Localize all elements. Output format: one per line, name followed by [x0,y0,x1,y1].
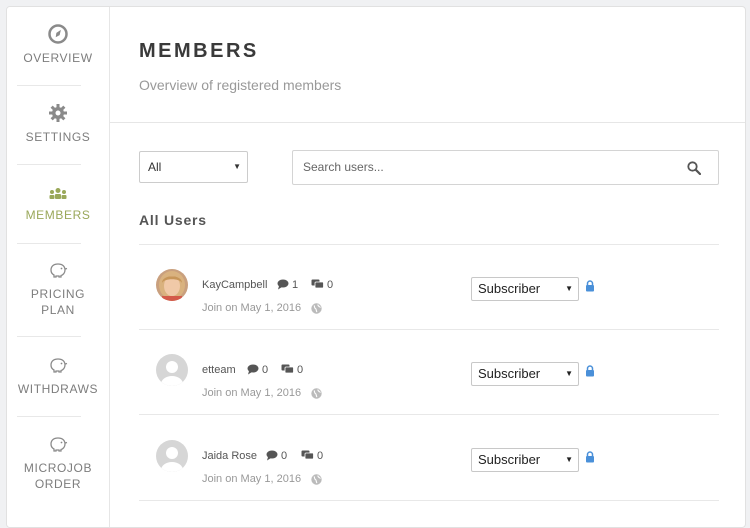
search-icon[interactable] [687,161,701,175]
messages-icon [301,450,314,460]
role-select-value: Subscriber [478,452,541,467]
comment-icon [247,364,259,375]
comment-icon [266,450,278,461]
sidebar-item-label: SETTINGS [25,130,91,144]
avatar [156,269,188,301]
user-name[interactable]: KayCampbell [202,279,267,291]
comment-count-value: 0 [262,364,269,376]
table-row: etteam 0 0 Join on May 1, 2016 Subscribe… [139,330,719,414]
sidebar-item-withdraws[interactable]: WITHDRAWS [7,355,109,397]
message-count: 0 [311,279,333,291]
overview-icon [48,24,68,44]
user-name[interactable]: Jaida Rose [202,450,257,462]
messages-icon [281,364,294,374]
role-select[interactable]: Subscriber ▼ [471,362,579,386]
lock-icon[interactable] [585,365,595,377]
app-window: OVERVIEW SETTINGS MEMBERS PRICING PLAN W… [6,6,746,528]
members-icon [49,188,67,199]
caret-down-icon: ▼ [565,455,573,464]
sidebar-item-label: WITHDRAWS [17,382,99,396]
search-placeholder: Search users... [303,160,384,174]
sidebar-item-label: ORDER [34,477,82,491]
comment-count-value: 0 [281,450,288,462]
message-count: 0 [301,450,323,462]
user-name[interactable]: etteam [202,364,236,376]
section-title: All Users [139,212,207,228]
avatar [156,440,188,472]
divider [17,164,81,165]
divider [17,243,81,244]
sidebar-item-label: MEMBERS [25,208,91,222]
table-row: KayCampbell 1 0 Join on May 1, 2016 Subs… [139,245,719,329]
messages-icon [311,279,324,289]
message-count-value: 0 [297,364,304,376]
divider [17,336,81,337]
caret-down-icon: ▼ [233,162,241,171]
caret-down-icon: ▼ [565,369,573,378]
table-row: Jaida Rose 0 0 Join on May 1, 2016 Subsc… [139,415,719,499]
sidebar-item-label: OVERVIEW [23,51,93,65]
message-count-value: 0 [317,450,324,462]
lock-icon[interactable] [585,451,595,463]
message-count: 0 [281,364,303,376]
sidebar-item-pricing-plan[interactable]: PRICING PLAN [7,260,109,318]
comment-icon [277,279,289,290]
join-date: Join on May 1, 2016 [202,473,302,485]
main-content: MEMBERS Overview of registered members A… [110,7,745,527]
piggy-bank-icon [50,437,68,452]
avatar [156,354,188,386]
role-filter-select[interactable]: All ▼ [139,151,248,183]
page-subtitle: Overview of registered members [139,77,342,93]
caret-down-icon: ▼ [565,284,573,293]
divider [139,500,719,501]
join-date: Join on May 1, 2016 [202,302,302,314]
sidebar-item-overview[interactable]: OVERVIEW [7,24,109,66]
comment-count-value: 1 [292,279,299,291]
globe-icon [311,474,322,485]
sidebar: OVERVIEW SETTINGS MEMBERS PRICING PLAN W… [7,7,110,527]
piggy-bank-icon [50,263,68,278]
comment-count: 0 [266,450,287,462]
message-count-value: 0 [327,279,334,291]
sidebar-item-label: PRICING [30,287,86,301]
globe-icon [311,303,322,314]
role-select-value: Subscriber [478,366,541,381]
join-date: Join on May 1, 2016 [202,387,302,399]
globe-icon [311,388,322,399]
sidebar-item-microjob-order[interactable]: MICROJOB ORDER [7,434,109,492]
search-input[interactable]: Search users... [292,150,719,185]
comment-count: 0 [247,364,268,376]
divider [110,122,745,123]
gear-icon [49,104,67,122]
comment-count: 1 [277,279,298,291]
sidebar-item-members[interactable]: MEMBERS [7,187,109,223]
divider [17,85,81,86]
sidebar-item-label: PLAN [41,303,75,317]
role-select-value: Subscriber [478,281,541,296]
page-title: MEMBERS [139,40,259,62]
lock-icon[interactable] [585,280,595,292]
sidebar-item-label: MICROJOB [23,461,93,475]
role-filter-value: All [148,160,162,174]
piggy-bank-icon [50,358,68,373]
divider [17,416,81,417]
sidebar-item-settings[interactable]: SETTINGS [7,103,109,145]
role-select[interactable]: Subscriber ▼ [471,277,579,301]
role-select[interactable]: Subscriber ▼ [471,448,579,472]
